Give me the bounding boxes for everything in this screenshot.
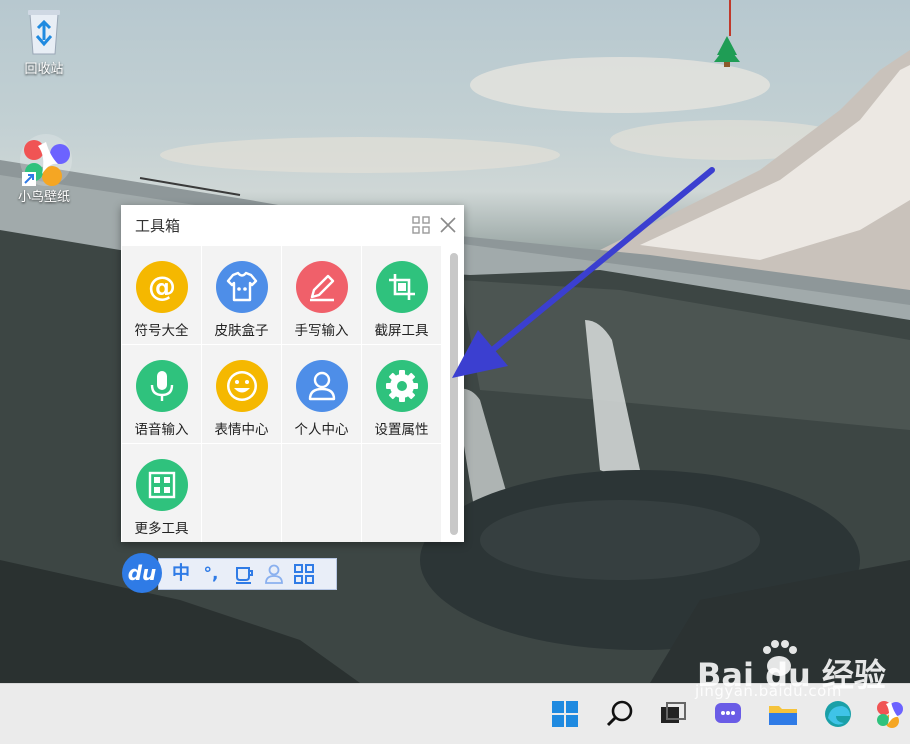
ime-status-bar: 中 °, du — [122, 553, 337, 593]
ime-punctuation-button[interactable]: °, — [197, 561, 225, 587]
keyboard-cup-icon[interactable] — [231, 561, 257, 587]
search-icon — [606, 700, 633, 727]
task-view-icon — [661, 702, 686, 723]
task-view-button[interactable] — [653, 694, 693, 734]
watermark-url: jingyan.baidu.com — [695, 682, 842, 700]
search-button[interactable] — [600, 694, 640, 734]
ime-toolbar: 中 °, — [158, 558, 337, 590]
baidu-jingyan-watermark: Bai du 经验 jingyan.baidu.com — [695, 636, 910, 726]
ime-mode-button[interactable]: 中 — [169, 561, 193, 587]
annotation-arrow — [452, 167, 715, 378]
start-button[interactable] — [545, 694, 585, 734]
user-account-icon[interactable] — [261, 561, 287, 587]
windows-logo-icon — [552, 701, 578, 727]
toolbox-toggle-icon[interactable] — [291, 561, 317, 587]
baidu-ime-logo[interactable]: du — [122, 553, 162, 593]
